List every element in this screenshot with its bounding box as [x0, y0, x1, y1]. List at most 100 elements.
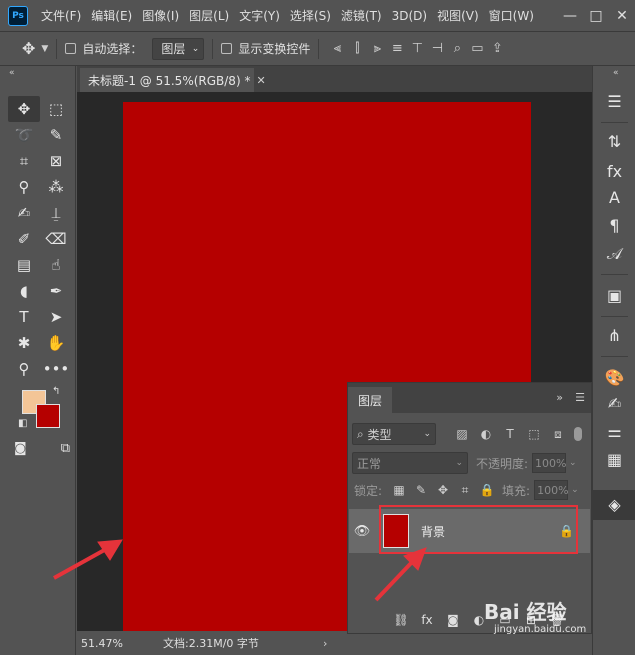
zoom-tool-icon[interactable]: ⚲	[8, 356, 40, 382]
zoom-level[interactable]: 51.47%	[77, 637, 133, 650]
frame-tool-icon[interactable]: ⊠	[40, 148, 72, 174]
align-right-icon[interactable]: ⫸	[367, 41, 387, 56]
layers-icon[interactable]: ◈	[593, 490, 635, 520]
maximize-button[interactable]: □	[583, 8, 609, 24]
quick-mask-icon[interactable]: ◙	[14, 441, 27, 456]
minimize-button[interactable]: —	[557, 8, 583, 24]
background-color-swatch[interactable]	[36, 404, 60, 428]
distribute-icon[interactable]: ≡	[387, 41, 407, 56]
crop-tool-icon[interactable]: ⌗	[8, 148, 40, 174]
adjust-sliders-icon[interactable]: ⚌	[593, 422, 635, 441]
link-layers-icon[interactable]: ⛓	[388, 613, 414, 627]
lasso-tool-icon[interactable]: ➰	[8, 122, 40, 148]
blend-mode-dropdown[interactable]: 正常 ⌄	[352, 452, 468, 474]
show-transform-checkbox[interactable]	[221, 43, 233, 54]
menu-edit[interactable]: 编辑(E)	[86, 7, 137, 24]
filter-shape-icon[interactable]: ⬚	[522, 427, 546, 442]
tab-layers[interactable]: 图层	[348, 387, 392, 413]
layer-row[interactable]: 👁 背景 🔒	[349, 509, 590, 553]
menu-select[interactable]: 选择(S)	[285, 7, 336, 24]
align-top-icon[interactable]: ⊤	[407, 41, 427, 56]
lock-pixels-icon[interactable]: ✎	[410, 483, 432, 498]
lock-all-icon[interactable]: 🔒	[476, 483, 498, 498]
adjustments-icon[interactable]: ⇅	[593, 132, 635, 151]
auto-select-target-dropdown[interactable]: 图层 ⌄	[152, 37, 205, 60]
menu-3d[interactable]: 3D(D)	[387, 9, 432, 23]
stamp-tool-icon[interactable]: ⍊	[40, 200, 72, 226]
filter-toggle[interactable]	[574, 427, 582, 441]
move-tool-preset-icon[interactable]: ✥	[22, 39, 35, 58]
pen-tool-icon[interactable]: ✒	[40, 278, 72, 304]
swatches-grid-icon[interactable]: ▦	[593, 450, 635, 469]
auto-select-checkbox[interactable]	[65, 43, 77, 54]
more-tools-icon[interactable]: •••	[40, 356, 72, 382]
align-center-icon[interactable]: ⫿	[347, 41, 367, 56]
menu-view[interactable]: 视图(V)	[432, 7, 484, 24]
gradient-tool-icon[interactable]: ▤	[8, 252, 40, 278]
type-tool-icon[interactable]: T	[8, 304, 40, 330]
character-icon[interactable]: A	[593, 188, 635, 207]
filter-kind-dropdown[interactable]: ⌕ 类型 ⌄	[352, 423, 436, 445]
fx-icon[interactable]: fx	[593, 162, 635, 181]
chevron-down-icon[interactable]: ⌄	[569, 458, 577, 468]
color-palette-icon[interactable]: 🎨	[593, 368, 635, 387]
lock-artboard-icon[interactable]: ⌗	[454, 483, 476, 498]
close-button[interactable]: ✕	[609, 8, 635, 24]
move-tool-icon[interactable]: ✥	[8, 96, 40, 122]
menu-window[interactable]: 窗口(W)	[484, 7, 539, 24]
add-mask-icon[interactable]: ◙	[440, 613, 466, 627]
shape-tool-icon[interactable]: ✱	[8, 330, 40, 356]
menu-filter[interactable]: 滤镜(T)	[336, 7, 387, 24]
menu-file[interactable]: 文件(F)	[36, 7, 86, 24]
glyphs-icon[interactable]: 𝒜	[593, 244, 635, 264]
paths-icon[interactable]: ⋔	[593, 326, 635, 345]
smudge-tool-icon[interactable]: ☝	[40, 252, 72, 278]
quick-select-tool-icon[interactable]: ✎	[40, 122, 72, 148]
search-icon[interactable]: ⌕	[447, 41, 467, 56]
filter-type-icon[interactable]: T	[498, 427, 522, 442]
libraries-icon[interactable]: ▣	[593, 286, 635, 305]
document-tab[interactable]: 未标题-1 @ 51.5%(RGB/8) * ✕	[80, 68, 266, 92]
filter-pixel-icon[interactable]: ▨	[450, 427, 474, 442]
chevron-down-icon[interactable]: ⌄	[571, 485, 579, 495]
align-left-icon[interactable]: ⫷	[327, 41, 347, 56]
path-select-tool-icon[interactable]: ➤	[40, 304, 72, 330]
marquee-tool-icon[interactable]: ⬚	[40, 96, 72, 122]
eyedropper-tool-icon[interactable]: ⚲	[8, 174, 40, 200]
lock-transparent-icon[interactable]: ▦	[388, 483, 410, 498]
swap-colors-icon[interactable]: ↰	[52, 386, 60, 397]
divider	[601, 122, 628, 123]
eraser-tool-icon[interactable]: ⌫	[40, 226, 72, 252]
filter-adjustment-icon[interactable]: ◐	[474, 427, 498, 442]
filter-smart-object-icon[interactable]: ⧈	[546, 427, 570, 442]
collapse-panel-icon[interactable]: »	[556, 391, 563, 404]
fill-input[interactable]: 100%	[534, 480, 569, 500]
default-colors-icon[interactable]: ◧	[18, 418, 27, 429]
chevron-right-icon[interactable]: ›	[323, 637, 327, 650]
collapse-panel-icon[interactable]: «	[613, 68, 619, 78]
eye-icon[interactable]: 👁	[349, 524, 375, 539]
brush-settings-icon[interactable]: ✍	[593, 394, 635, 413]
history-brush-icon[interactable]: ✐	[8, 226, 40, 252]
patch-tool-icon[interactable]: ⁂	[40, 174, 72, 200]
share-icon[interactable]: ⇪	[487, 41, 507, 56]
hand-tool-icon[interactable]: ✋	[40, 330, 72, 356]
properties-icon[interactable]: ☰	[593, 92, 635, 111]
brush-tool-icon[interactable]: ✍	[8, 200, 40, 226]
screen-mode-icon[interactable]: ▭	[467, 41, 487, 56]
menu-layer[interactable]: 图层(L)	[184, 7, 234, 24]
opacity-input[interactable]: 100%	[532, 453, 567, 473]
align-middle-icon[interactable]: ⊣	[427, 41, 447, 56]
screen-mode-icon[interactable]: ⧉	[61, 441, 70, 456]
lock-position-icon[interactable]: ✥	[432, 483, 454, 498]
paragraph-icon[interactable]: ¶	[593, 216, 635, 235]
menu-image[interactable]: 图像(I)	[137, 7, 184, 24]
watermark-brand: Bai 经验	[484, 600, 567, 624]
chevron-down-icon[interactable]: ▼	[41, 44, 48, 54]
panel-menu-icon[interactable]: ☰	[575, 391, 585, 404]
close-icon[interactable]: ✕	[256, 74, 265, 87]
dodge-tool-icon[interactable]: ◖	[8, 278, 40, 304]
menu-type[interactable]: 文字(Y)	[234, 7, 285, 24]
fx-icon[interactable]: fx	[414, 613, 440, 627]
collapse-panel-icon[interactable]: «	[9, 68, 15, 78]
